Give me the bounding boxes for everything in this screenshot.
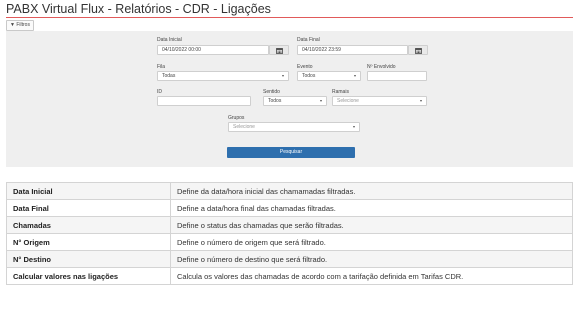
event-select-value: Todos <box>302 73 316 79</box>
page-title: PABX Virtual Flux - Relatórios - CDR - L… <box>6 2 271 16</box>
start-date-input[interactable]: 04/10/2022 00:00 <box>157 45 269 55</box>
extensions-label: Ramais <box>332 89 349 95</box>
direction-label: Sentido <box>263 89 280 95</box>
field-description-cell: Calcula os valores das chamadas de acord… <box>170 267 573 285</box>
field-name-cell: Data Final <box>6 199 171 217</box>
start-date-calendar-button[interactable] <box>269 45 289 55</box>
filters-button-label: Filtros <box>16 22 30 28</box>
chevron-down-icon <box>420 100 422 102</box>
field-description-cell: Define o número de origem que será filtr… <box>170 233 573 251</box>
table-row: N° Destino Define o número de destino que… <box>6 250 573 268</box>
filters-button[interactable]: ▼ Filtros <box>6 20 34 31</box>
groups-label: Grupos <box>228 115 245 121</box>
extensions-select-placeholder: Selecione <box>337 98 359 104</box>
field-descriptions-table: Data Inicial Define da data/hora inicial … <box>6 182 573 285</box>
id-input[interactable] <box>157 96 251 106</box>
queue-select[interactable]: Todas <box>157 71 289 81</box>
chevron-down-icon <box>353 126 355 128</box>
field-name-cell: N° Origem <box>6 233 171 251</box>
queue-select-value: Todas <box>162 73 176 79</box>
field-description-cell: Define da data/hora inicial das chamamad… <box>170 182 573 200</box>
extensions-select[interactable]: Selecione <box>332 96 427 106</box>
chevron-down-icon <box>282 75 284 77</box>
chevron-down-icon <box>320 100 322 102</box>
involved-number-label: Nº Envolvido <box>367 64 396 70</box>
search-button[interactable]: Pesquisar <box>227 147 355 158</box>
field-name-cell: Calcular valores nas ligações <box>6 267 171 285</box>
end-date-calendar-button[interactable] <box>408 45 428 55</box>
calendar-icon <box>415 48 422 54</box>
table-row: Data Final Define a data/hora final das c… <box>6 199 573 217</box>
groups-select[interactable]: Selecione <box>228 122 360 132</box>
groups-select-placeholder: Selecione <box>233 124 255 130</box>
direction-select-value: Todos <box>268 98 282 104</box>
end-date-label: Data Final <box>297 37 320 43</box>
table-row: Chamadas Define o status das chamadas que… <box>6 216 573 234</box>
field-description-cell: Define o status das chamadas que serão f… <box>170 216 573 234</box>
event-label: Evento <box>297 64 313 70</box>
table-row: Data Inicial Define da data/hora inicial … <box>6 182 573 200</box>
field-description-cell: Define o número de destino que será filt… <box>170 250 573 268</box>
table-row: N° Origem Define o número de origem que s… <box>6 233 573 251</box>
start-date-label: Data Inicial <box>157 37 182 43</box>
queue-label: Fila <box>157 64 166 70</box>
involved-number-input[interactable] <box>367 71 427 81</box>
chevron-down-icon <box>354 75 356 77</box>
calendar-icon <box>276 48 283 54</box>
field-name-cell: Data Inicial <box>6 182 171 200</box>
direction-select[interactable]: Todos <box>263 96 327 106</box>
title-divider <box>6 17 573 18</box>
field-name-cell: N° Destino <box>6 250 171 268</box>
event-select[interactable]: Todos <box>297 71 361 81</box>
id-label: ID <box>157 89 162 95</box>
filter-icon: ▼ <box>10 22 15 28</box>
table-row: Calcular valores nas ligações Calcula os … <box>6 267 573 285</box>
end-date-input[interactable]: 04/10/2022 23:59 <box>297 45 408 55</box>
field-description-cell: Define a data/hora final das chamadas fi… <box>170 199 573 217</box>
field-name-cell: Chamadas <box>6 216 171 234</box>
